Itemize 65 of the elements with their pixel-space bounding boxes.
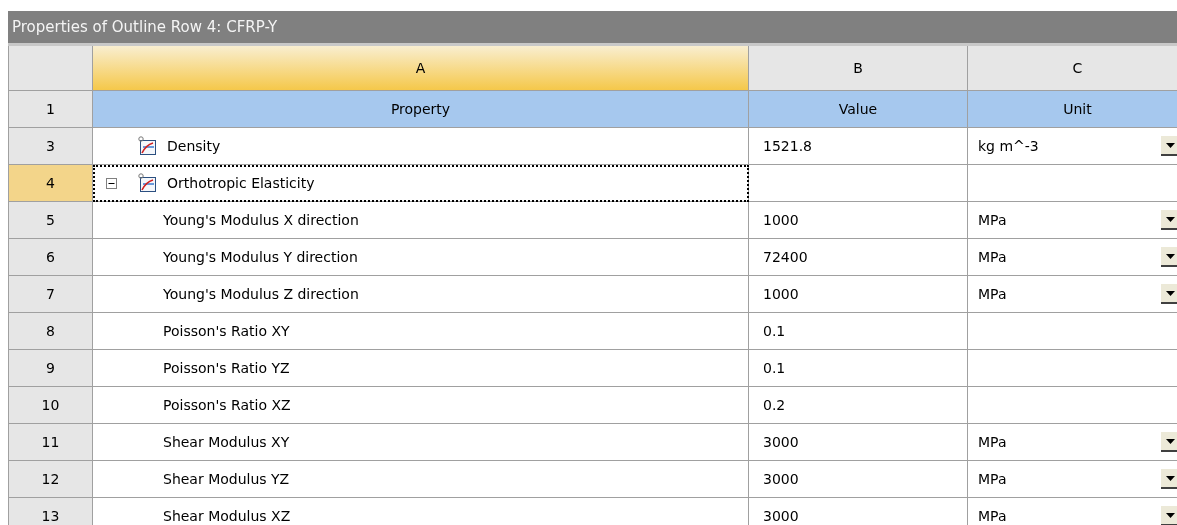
row-number[interactable]: 8 xyxy=(9,313,93,350)
property-name: Poisson's Ratio XZ xyxy=(163,397,291,413)
dropdown-button[interactable] xyxy=(1161,432,1177,452)
column-heading: Value xyxy=(749,91,968,128)
unit-text: MPa xyxy=(978,212,1007,228)
caret-icon xyxy=(1165,216,1175,222)
row-number[interactable]: 5 xyxy=(9,202,93,239)
dropdown-button[interactable] xyxy=(1161,284,1177,304)
column-heading: Property xyxy=(93,91,749,128)
property-name: Shear Modulus XY xyxy=(163,434,290,450)
property-name: Poisson's Ratio YZ xyxy=(163,360,290,376)
row-number[interactable]: 7 xyxy=(9,276,93,313)
row-number[interactable]: 1 xyxy=(9,91,93,128)
column-heading: Unit xyxy=(968,91,1177,128)
row-number[interactable]: 9 xyxy=(9,350,93,387)
dropdown-button[interactable] xyxy=(1161,247,1177,267)
property-name: Young's Modulus Y direction xyxy=(163,249,358,265)
row-number[interactable]: 3 xyxy=(9,128,93,165)
property-name: Young's Modulus Z direction xyxy=(163,286,359,302)
column-header[interactable]: B xyxy=(749,46,968,91)
property-name: Density xyxy=(167,138,221,154)
curve-chart-icon xyxy=(137,136,157,156)
property-name: Young's Modulus X direction xyxy=(163,212,359,228)
unit-text: MPa xyxy=(978,249,1007,265)
dropdown-button[interactable] xyxy=(1161,210,1177,230)
corner-cell[interactable] xyxy=(9,46,93,91)
unit-text: kg m^-3 xyxy=(978,138,1039,154)
property-name: Shear Modulus XZ xyxy=(163,508,291,524)
caret-icon xyxy=(1165,142,1175,148)
row-number[interactable]: 10 xyxy=(9,387,93,424)
value-cell[interactable]: 0.2 xyxy=(749,387,968,424)
value-cell[interactable]: 1521.8 xyxy=(749,128,968,165)
column-header[interactable]: C xyxy=(968,46,1177,91)
unit-text: MPa xyxy=(978,508,1007,524)
value-cell[interactable]: 0.1 xyxy=(749,313,968,350)
property-name: Orthotropic Elasticity xyxy=(167,175,315,191)
caret-icon xyxy=(1165,475,1175,481)
property-name: Poisson's Ratio XY xyxy=(163,323,290,339)
caret-icon xyxy=(1165,438,1175,444)
value-cell[interactable]: 1000 xyxy=(749,202,968,239)
value-cell[interactable] xyxy=(749,165,968,202)
value-cell[interactable]: 0.1 xyxy=(749,350,968,387)
unit-text: MPa xyxy=(978,434,1007,450)
collapse-icon[interactable] xyxy=(106,177,117,189)
row-number[interactable]: 13 xyxy=(9,498,93,525)
unit-text: MPa xyxy=(978,286,1007,302)
column-header[interactable]: A xyxy=(93,46,749,91)
panel-title: Properties of Outline Row 4: CFRP-Y xyxy=(8,11,1177,46)
value-cell[interactable]: 3000 xyxy=(749,424,968,461)
caret-icon xyxy=(1165,290,1175,296)
property-name: Shear Modulus YZ xyxy=(163,471,290,487)
value-cell[interactable]: 72400 xyxy=(749,239,968,276)
dropdown-button[interactable] xyxy=(1161,506,1177,525)
dropdown-button[interactable] xyxy=(1161,136,1177,156)
curve-chart-icon xyxy=(137,173,157,193)
unit-text: MPa xyxy=(978,471,1007,487)
row-number[interactable]: 12 xyxy=(9,461,93,498)
caret-icon xyxy=(1165,512,1175,518)
dropdown-button[interactable] xyxy=(1161,469,1177,489)
value-cell[interactable]: 1000 xyxy=(749,276,968,313)
value-cell[interactable]: 3000 xyxy=(749,461,968,498)
row-number[interactable]: 6 xyxy=(9,239,93,276)
row-number[interactable]: 11 xyxy=(9,424,93,461)
row-number[interactable]: 4 xyxy=(9,165,93,202)
caret-icon xyxy=(1165,253,1175,259)
